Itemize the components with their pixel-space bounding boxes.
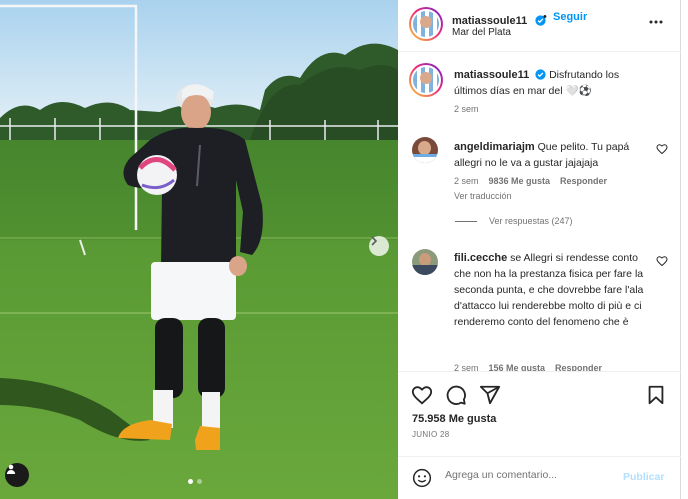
next-photo-button[interactable]: [369, 236, 389, 256]
publish-button[interactable]: Publicar: [623, 471, 664, 483]
caption: matiassoule11 Disfrutando los últimos dí…: [454, 67, 654, 99]
carousel-dot-active: [188, 479, 193, 484]
comment-reply-button[interactable]: Responder: [555, 363, 602, 371]
comment-like-icon[interactable]: [656, 255, 668, 267]
comment-username[interactable]: fili.cecche: [454, 252, 507, 264]
post-side-panel: matiassoule11 • Seguir Mar del Plata mat…: [398, 0, 681, 499]
author-avatar[interactable]: [409, 7, 443, 41]
share-icon[interactable]: [479, 384, 501, 406]
comment-likes[interactable]: 156 Me gusta: [489, 363, 546, 371]
view-replies-label[interactable]: Ver respuestas (247): [489, 216, 573, 226]
caption-username[interactable]: matiassoule11: [454, 69, 529, 81]
comment-time[interactable]: 2 sem: [454, 363, 479, 371]
comment-translate: Ver traducción: [454, 191, 522, 201]
comment-composer: Publicar: [398, 456, 681, 499]
comment-likes[interactable]: 9836 Me gusta: [489, 176, 551, 186]
follow-separator: •: [543, 11, 547, 23]
comment-time[interactable]: 2 sem: [454, 176, 479, 186]
comment-username[interactable]: angeldimariajm: [454, 141, 535, 153]
verified-icon: [535, 69, 546, 80]
chevron-right-icon: [371, 236, 378, 246]
carousel-dot: [197, 479, 202, 484]
comments-list[interactable]: matiassoule11 Disfrutando los últimos dí…: [398, 53, 681, 371]
more-icon[interactable]: [648, 14, 664, 30]
tagged-users-button[interactable]: [5, 463, 29, 487]
comment-like-icon[interactable]: [656, 143, 668, 155]
view-replies[interactable]: Ver respuestas (247): [455, 216, 573, 226]
comment-body: fili.cecche se Allegri si rendesse conto…: [454, 250, 654, 330]
carousel-indicator: [188, 479, 202, 484]
photo-scene: [0, 0, 398, 499]
post-photo[interactable]: [0, 0, 398, 499]
user-tag-icon: [6, 464, 16, 474]
comment-reply-button[interactable]: Responder: [560, 176, 607, 186]
likes-count[interactable]: 75.958 Me gusta: [412, 413, 496, 425]
comment-input[interactable]: [445, 469, 615, 481]
post-header: matiassoule11 • Seguir Mar del Plata: [398, 0, 681, 52]
comment-avatar[interactable]: [412, 249, 438, 275]
comment-icon[interactable]: [445, 384, 467, 406]
comment-meta: 2 sem 9836 Me gusta Responder: [454, 176, 607, 186]
caption-meta: 2 sem: [454, 104, 489, 114]
follow-button[interactable]: Seguir: [553, 11, 587, 23]
bookmark-icon[interactable]: [646, 384, 666, 406]
action-bar: 75.958 Me gusta JUNIO 28: [398, 371, 681, 456]
caption-time[interactable]: 2 sem: [454, 104, 479, 114]
author-username[interactable]: matiassoule11: [452, 15, 527, 27]
comment-avatar[interactable]: [412, 137, 438, 163]
replies-divider: [455, 220, 477, 222]
caption-avatar[interactable]: [409, 63, 443, 97]
comment-meta: 2 sem 156 Me gusta Responder: [454, 363, 602, 371]
heart-icon[interactable]: [411, 384, 433, 406]
post-location[interactable]: Mar del Plata: [452, 27, 511, 38]
comment-body: angeldimariajm Que pelito. Tu papá alleg…: [454, 139, 650, 171]
post-date: JUNIO 28: [412, 430, 450, 439]
translate-link[interactable]: Ver traducción: [454, 191, 512, 201]
emoji-icon[interactable]: [412, 468, 432, 488]
